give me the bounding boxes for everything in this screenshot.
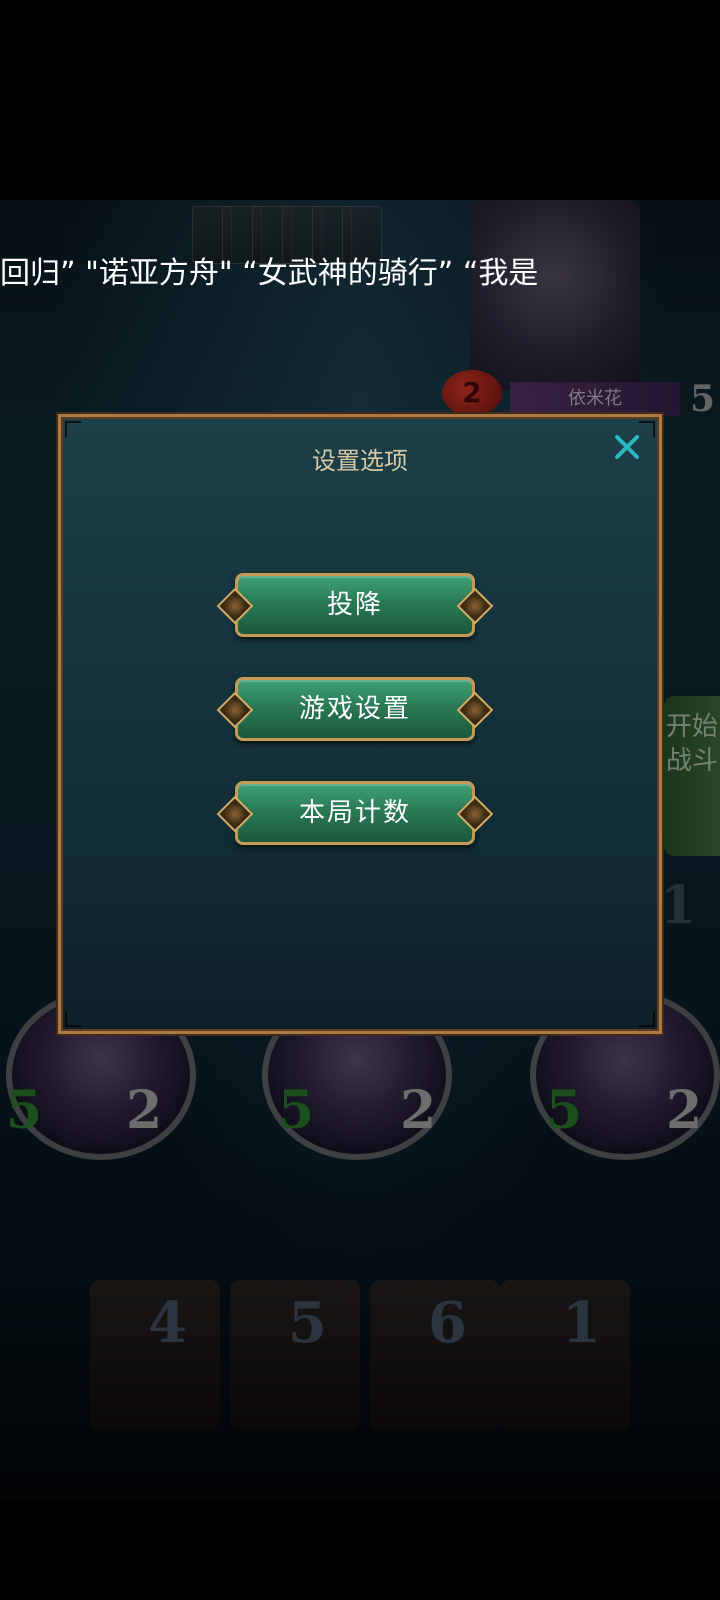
settings-dialog: 设置选项 投降 游戏设置 本局计数 — [58, 414, 662, 1034]
game-settings-button[interactable]: 游戏设置 — [216, 677, 494, 741]
close-icon — [615, 435, 639, 459]
close-button[interactable] — [609, 429, 645, 465]
diamond-ornament-icon — [456, 587, 494, 625]
diamond-ornament-icon — [216, 795, 254, 833]
diamond-ornament-icon — [216, 587, 254, 625]
match-stats-button[interactable]: 本局计数 — [216, 781, 494, 845]
dialog-corner-ornament — [639, 1011, 655, 1027]
match-stats-button-label: 本局计数 — [298, 798, 411, 828]
marquee-text: 回归” "诺亚方舟" “女武神的骑行” “我是 — [0, 256, 539, 291]
dialog-title: 设置选项 — [312, 447, 408, 475]
diamond-ornament-icon — [216, 691, 254, 729]
dialog-corner-ornament — [65, 1011, 81, 1027]
game-settings-button-label: 游戏设置 — [298, 694, 411, 724]
diamond-ornament-icon — [456, 795, 494, 833]
dialog-corner-ornament — [65, 421, 81, 437]
surrender-button[interactable]: 投降 — [216, 573, 494, 637]
diamond-ornament-icon — [456, 691, 494, 729]
announcement-marquee: 回归” "诺亚方舟" “女武神的骑行” “我是 — [0, 254, 720, 294]
surrender-button-label: 投降 — [326, 590, 383, 620]
